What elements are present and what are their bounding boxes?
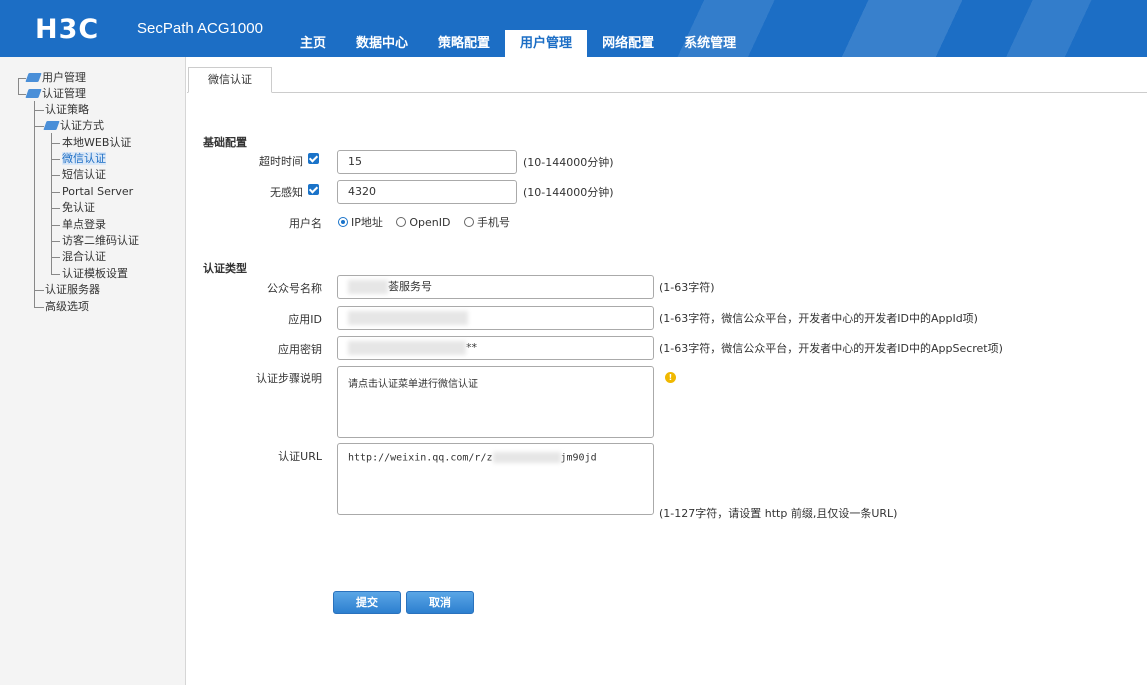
tree-item-no-auth[interactable]: 免认证 — [62, 201, 95, 215]
tree-line — [51, 208, 60, 209]
insensitive-hint: (10-144000分钟) — [523, 186, 614, 199]
tree-item-guest-qr[interactable]: 访客二维码认证 — [62, 234, 139, 248]
insensitive-label: 无感知 — [270, 186, 303, 199]
tree-line — [34, 110, 44, 111]
insensitive-checkbox[interactable] — [308, 184, 319, 195]
radio-phone[interactable] — [464, 217, 474, 227]
page-tabbar: 微信认证 — [187, 67, 1147, 93]
tree-item-auth-method[interactable]: 认证方式 — [43, 119, 104, 133]
redacted-text — [492, 452, 561, 463]
radio-ip[interactable] — [338, 217, 348, 227]
tree-line — [51, 159, 60, 160]
secret-hint: (1-63字符，微信公众平台，开发者中心的开发者ID中的AppSecret项) — [659, 342, 1003, 355]
radio-option-phone[interactable]: 手机号 — [464, 216, 510, 229]
secret-input[interactable]: ** — [337, 336, 654, 360]
tree-line — [51, 257, 60, 258]
nav-tab-system[interactable]: 系统管理 — [669, 30, 751, 57]
tree-item-advanced[interactable]: 高级选项 — [45, 300, 89, 314]
tree-line — [34, 307, 44, 308]
tree-line — [18, 94, 26, 95]
timeout-checkbox[interactable] — [308, 153, 319, 164]
main-panel: 微信认证 基础配置 超时时间 15 (10-144000分钟) 无感知 4320… — [187, 57, 1147, 685]
account-name-hint: (1-63字符) — [659, 281, 715, 294]
radio-option-openid[interactable]: OpenID — [396, 216, 451, 229]
username-radio-group: IP地址 OpenID 手机号 — [338, 214, 520, 230]
nav-tab-user-mgmt[interactable]: 用户管理 — [505, 30, 588, 57]
top-header: H3C SecPath ACG1000 主页 数据中心 策略配置 用户管理 网络… — [0, 0, 1147, 57]
url-textarea[interactable]: http://weixin.qq.com/r/z jm90jd — [337, 443, 654, 515]
tree-item-auth-policy[interactable]: 认证策略 — [45, 103, 89, 117]
tree-line — [51, 143, 60, 144]
section-auth-title: 认证类型 — [203, 262, 247, 275]
tree-item-mixed-auth[interactable]: 混合认证 — [62, 250, 106, 264]
tree-item-local-web[interactable]: 本地WEB认证 — [62, 136, 131, 150]
folder-icon — [25, 73, 42, 82]
radio-option-ip[interactable]: IP地址 — [338, 216, 383, 229]
username-label: 用户名 — [289, 217, 322, 230]
appid-input[interactable] — [337, 306, 654, 330]
url-label: 认证URL — [278, 450, 322, 463]
appid-label: 应用ID — [288, 313, 322, 326]
tree-line — [51, 175, 60, 176]
redacted-text — [348, 311, 468, 325]
tree-line — [51, 241, 60, 242]
cancel-button[interactable]: 取消 — [406, 591, 474, 614]
timeout-input[interactable]: 15 — [337, 150, 517, 174]
steps-textarea[interactable]: 请点击认证菜单进行微信认证 — [337, 366, 654, 438]
tree-item-auth-template[interactable]: 认证模板设置 — [62, 267, 128, 281]
account-name-input[interactable]: 荟服务号 — [337, 275, 654, 299]
tree-line — [18, 78, 26, 79]
tree-line — [18, 78, 19, 95]
redacted-text — [348, 341, 466, 355]
tree-line — [51, 274, 60, 275]
section-basic-title: 基础配置 — [203, 136, 247, 149]
folder-icon — [43, 121, 60, 130]
nav-tab-network[interactable]: 网络配置 — [587, 30, 669, 57]
steps-label: 认证步骤说明 — [256, 372, 322, 385]
redacted-text — [348, 280, 388, 294]
tree-line — [34, 290, 44, 291]
main-nav: 主页 数据中心 策略配置 用户管理 网络配置 系统管理 — [285, 30, 751, 57]
nav-tab-data-center[interactable]: 数据中心 — [341, 30, 423, 57]
folder-icon — [25, 89, 42, 98]
appid-hint: (1-63字符，微信公众平台，开发者中心的开发者ID中的AppId项) — [659, 312, 978, 325]
sidebar-tree: 用户管理 认证管理 认证策略 认证方式 本地WEB认证 微信认证 短信认证 Po… — [0, 57, 186, 685]
tree-line — [51, 225, 60, 226]
info-icon: ! — [665, 372, 676, 383]
insensitive-input[interactable]: 4320 — [337, 180, 517, 204]
tree-item-user-mgmt[interactable]: 用户管理 — [25, 71, 86, 85]
timeout-label: 超时时间 — [259, 155, 303, 168]
tree-item-wechat-auth[interactable]: 微信认证 — [62, 152, 106, 166]
tree-item-auth-mgmt[interactable]: 认证管理 — [25, 87, 86, 101]
tree-line — [51, 192, 60, 193]
radio-openid[interactable] — [396, 217, 407, 227]
tree-line — [34, 126, 44, 127]
submit-button[interactable]: 提交 — [333, 591, 401, 614]
tree-line — [34, 101, 35, 307]
url-hint: (1-127字符，请设置 http 前缀,且仅设一条URL) — [659, 507, 898, 520]
tab-wechat-auth[interactable]: 微信认证 — [188, 67, 272, 93]
nav-tab-home[interactable]: 主页 — [285, 30, 341, 57]
tree-line — [51, 133, 52, 274]
product-name: SecPath ACG1000 — [137, 20, 263, 37]
tree-item-sms-auth[interactable]: 短信认证 — [62, 168, 106, 182]
secret-label: 应用密钥 — [278, 343, 322, 356]
h3c-logo: H3C — [35, 14, 100, 45]
account-name-label: 公众号名称 — [267, 282, 322, 295]
tree-item-sso[interactable]: 单点登录 — [62, 218, 106, 232]
tree-item-auth-server[interactable]: 认证服务器 — [45, 283, 100, 297]
timeout-hint: (10-144000分钟) — [523, 156, 614, 169]
tree-item-portal-server[interactable]: Portal Server — [62, 185, 133, 199]
nav-tab-policy[interactable]: 策略配置 — [423, 30, 505, 57]
